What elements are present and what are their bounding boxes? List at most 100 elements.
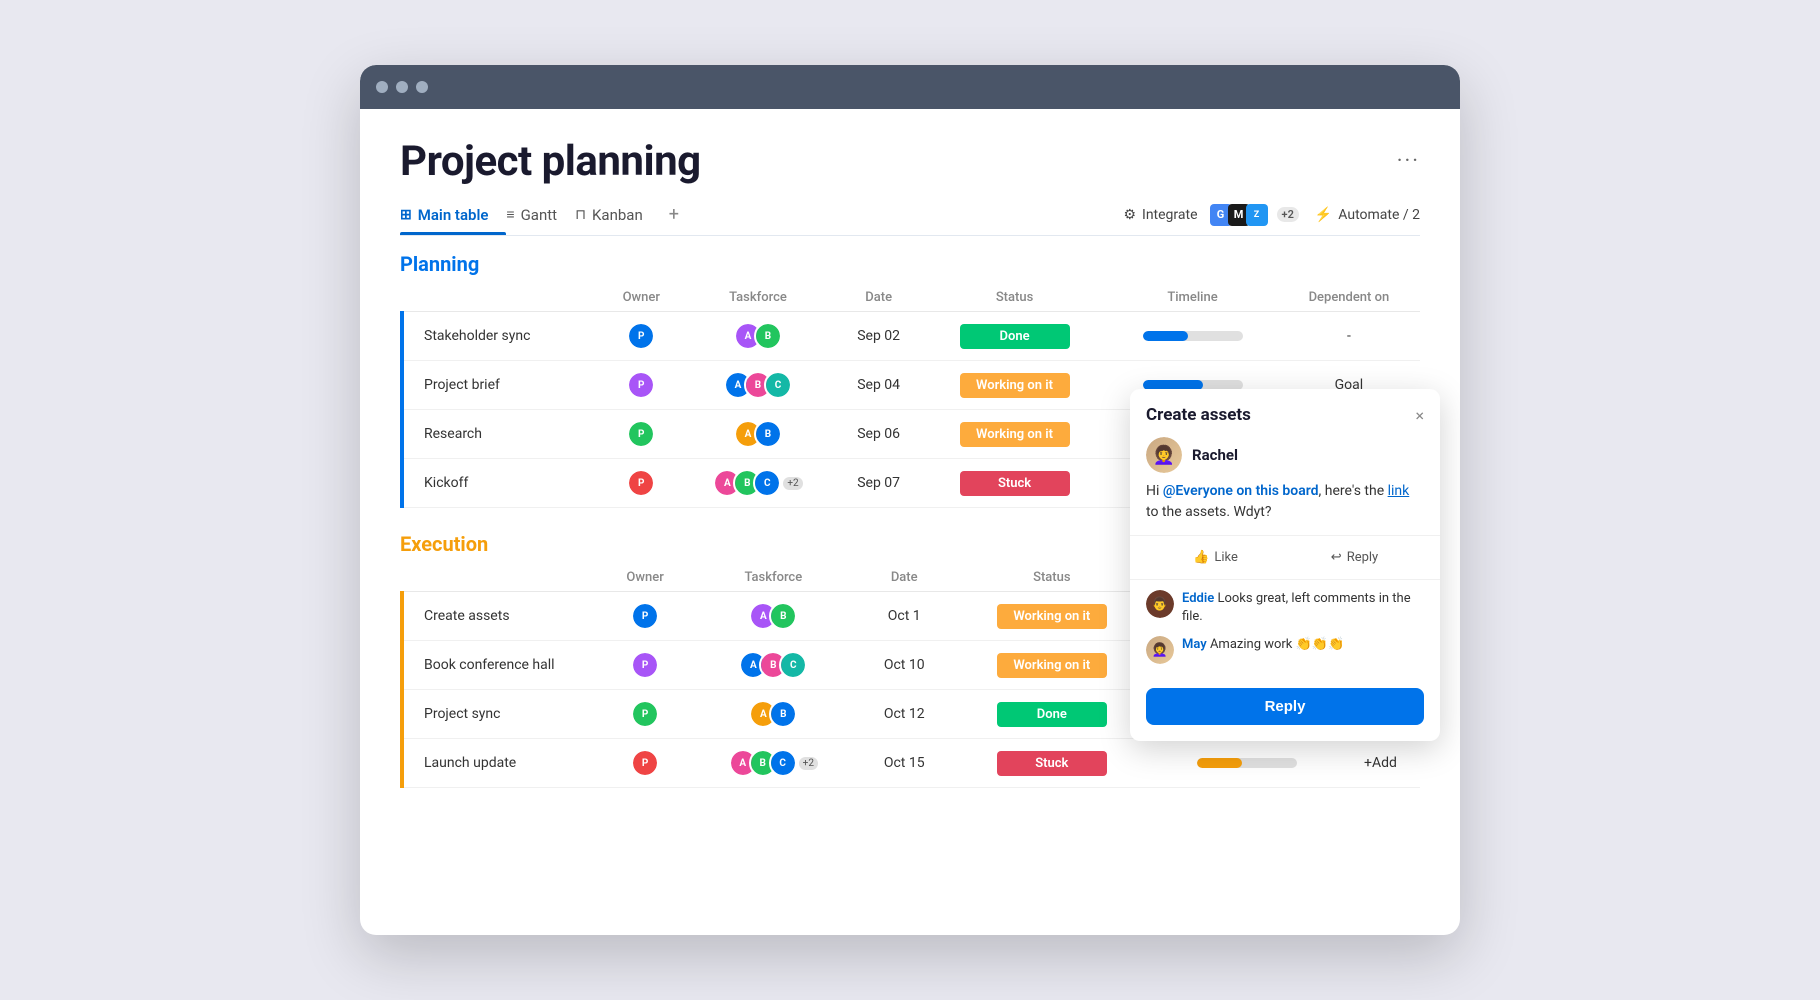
tabs-bar: ⊞ Main table ≡ Gantt ⊓ Kanban + ⚙ Integr…	[400, 194, 1420, 236]
tab-main-table[interactable]: ⊞ Main table	[400, 196, 506, 234]
col-date: Date	[835, 284, 921, 312]
reply-item-1: 👨 Eddie Looks great, left comments in th…	[1146, 590, 1424, 626]
reply-text-1: Looks great, left comments in the file.	[1182, 591, 1411, 624]
comment-link[interactable]: link	[1388, 483, 1410, 499]
dependent-cell[interactable]: -	[1278, 312, 1420, 361]
timeline-cell	[1154, 739, 1341, 788]
browser-content: 👩 👨 👩‍🦱 Project planning ··· ⊞ Main tabl…	[360, 109, 1460, 935]
tabs-right: ⚙ Integrate G M Z +2 ⚡ Automate / 2	[1123, 204, 1420, 226]
reply-item-2: 👩‍🦱 May Amazing work 👏👏👏	[1146, 636, 1424, 664]
automate-label: Automate / 2	[1338, 207, 1420, 223]
task-name-cell[interactable]: Project sync	[402, 690, 602, 739]
comment-mention: @Everyone on this board	[1163, 483, 1319, 499]
status-cell[interactable]: Stuck	[950, 739, 1154, 788]
reply-button[interactable]: Reply	[1146, 688, 1424, 725]
browser-window: 👩 👨 👩‍🦱 Project planning ··· ⊞ Main tabl…	[360, 65, 1460, 935]
tab-kanban-label: Kanban	[592, 206, 643, 224]
integrate-action[interactable]: ⚙ Integrate G M Z +2	[1123, 204, 1298, 226]
reply-text-2: Amazing work 👏👏👏	[1210, 637, 1344, 652]
status-cell[interactable]: Stuck	[922, 459, 1107, 508]
automate-icon: ⚡	[1315, 207, 1332, 223]
comment-actions: 👍 Like ↩ Reply	[1130, 536, 1440, 580]
popup-close-button[interactable]: ×	[1415, 406, 1424, 425]
popup-title: Create assets	[1146, 405, 1251, 425]
dep-add-cell[interactable]: +Add	[1341, 739, 1420, 788]
taskforce-cell: ABC+2	[688, 739, 858, 788]
add-tab-button[interactable]: +	[661, 194, 687, 235]
col-timeline: Timeline	[1107, 284, 1278, 312]
status-cell[interactable]: Working on it	[950, 592, 1154, 641]
comment-popup: Create assets × 👩‍🦱 Rachel Hi @Everyone …	[1130, 389, 1440, 741]
like-icon: 👍	[1193, 550, 1209, 565]
taskforce-cell: ABC	[681, 361, 836, 410]
col-owner-ex: Owner	[602, 564, 688, 592]
status-cell[interactable]: Working on it	[950, 641, 1154, 690]
task-name-cell[interactable]: Project brief	[402, 361, 602, 410]
col-owner: Owner	[602, 284, 681, 312]
reply-icon: ↩	[1331, 550, 1342, 565]
task-name-cell[interactable]: Launch update	[402, 739, 602, 788]
reply-name-1: Eddie	[1182, 591, 1214, 606]
owner-cell: P	[602, 361, 681, 410]
task-name-cell[interactable]: Kickoff	[402, 459, 602, 508]
col-taskforce: Taskforce	[681, 284, 836, 312]
col-status-ex: Status	[950, 564, 1154, 592]
like-button[interactable]: 👍 Like	[1146, 544, 1285, 571]
task-name-cell[interactable]: Book conference hall	[402, 641, 602, 690]
task-name-cell[interactable]: Create assets	[402, 592, 602, 641]
date-cell: Sep 06	[835, 410, 921, 459]
reply-content-2: May Amazing work 👏👏👏	[1182, 636, 1344, 654]
header-menu-button[interactable]: ···	[1397, 137, 1420, 174]
status-cell[interactable]: Done	[922, 312, 1107, 361]
table-row: Launch update P ABC+2 Oct 15 Stuck +Add	[402, 739, 1420, 788]
integration-badge: +2	[1277, 207, 1299, 222]
owner-cell: P	[602, 690, 688, 739]
task-name-cell[interactable]: Research	[402, 410, 602, 459]
reply-name-2: May	[1182, 637, 1207, 652]
kanban-icon: ⊓	[575, 207, 586, 223]
browser-dot-3	[416, 81, 428, 93]
owner-cell: P	[602, 410, 681, 459]
tab-gantt-label: Gantt	[521, 206, 557, 224]
col-taskforce-ex: Taskforce	[688, 564, 858, 592]
tab-kanban[interactable]: ⊓ Kanban	[575, 196, 661, 234]
integrate-label: Integrate	[1142, 207, 1198, 223]
date-cell: Sep 07	[835, 459, 921, 508]
automate-action[interactable]: ⚡ Automate / 2	[1315, 207, 1420, 223]
date-cell: Sep 02	[835, 312, 921, 361]
date-cell: Oct 12	[858, 690, 950, 739]
col-task	[402, 284, 602, 312]
date-cell: Oct 1	[858, 592, 950, 641]
integration-icons: G M Z	[1204, 204, 1268, 226]
task-name-cell[interactable]: Stakeholder sync	[402, 312, 602, 361]
reply-action-label: Reply	[1347, 550, 1379, 565]
status-cell[interactable]: Done	[950, 690, 1154, 739]
owner-cell: P	[602, 312, 681, 361]
taskforce-cell: AB	[681, 312, 836, 361]
reply-content-1: Eddie Looks great, left comments in the …	[1182, 590, 1424, 626]
taskforce-cell: AB	[688, 592, 858, 641]
owner-cell: P	[602, 739, 688, 788]
col-task-ex	[402, 564, 602, 592]
comment-avatar: 👩‍🦱	[1146, 437, 1182, 473]
reply-avatar-may: 👩‍🦱	[1146, 636, 1174, 664]
col-date-ex: Date	[858, 564, 950, 592]
tab-gantt[interactable]: ≡ Gantt	[506, 196, 575, 234]
browser-dot-1	[376, 81, 388, 93]
col-dependent: Dependent on	[1278, 284, 1420, 312]
reply-action-button[interactable]: ↩ Reply	[1285, 544, 1424, 571]
browser-bar	[360, 65, 1460, 109]
status-cell[interactable]: Working on it	[922, 410, 1107, 459]
page-header: Project planning ···	[400, 109, 1420, 194]
browser-dot-2	[396, 81, 408, 93]
table-icon: ⊞	[400, 207, 412, 223]
comment-username: Rachel	[1192, 446, 1238, 464]
taskforce-cell: AB	[681, 410, 836, 459]
table-row: Stakeholder sync P AB Sep 02 Done -	[402, 312, 1420, 361]
tab-main-table-label: Main table	[418, 206, 489, 224]
page-title: Project planning	[400, 137, 701, 186]
col-status: Status	[922, 284, 1107, 312]
integrate-icon: ⚙	[1123, 207, 1136, 223]
status-cell[interactable]: Working on it	[922, 361, 1107, 410]
planning-header-row: Owner Taskforce Date Status Timeline Dep…	[402, 284, 1420, 312]
